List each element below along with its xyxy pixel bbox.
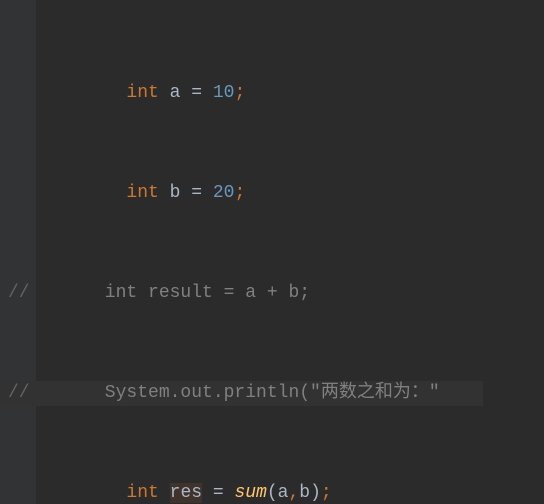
num-10: 10 bbox=[213, 83, 235, 103]
code-line[interactable]: int res = sum(a,b); bbox=[0, 481, 483, 504]
gutter-marker: // bbox=[4, 281, 40, 306]
op-eq: = bbox=[202, 483, 234, 503]
var-res-decl: res bbox=[170, 483, 202, 503]
arg-b: b bbox=[299, 483, 310, 503]
semi: ; bbox=[234, 183, 245, 203]
commented-code: System.out.println("两数之和为：" bbox=[40, 383, 450, 403]
keyword-int: int bbox=[126, 183, 158, 203]
commented-code: int result = a + b; bbox=[40, 283, 310, 303]
keyword-int: int bbox=[126, 483, 158, 503]
code-content[interactable]: int a = 10; int b = 20; // int result = … bbox=[0, 0, 483, 504]
space bbox=[202, 183, 213, 203]
paren: ( bbox=[267, 483, 278, 503]
code-line-active[interactable]: // System.out.println("两数之和为：" bbox=[0, 381, 483, 406]
keyword-int: int bbox=[126, 83, 158, 103]
arg-a: a bbox=[278, 483, 289, 503]
gutter-marker: // bbox=[4, 381, 40, 406]
op-eq: = bbox=[191, 183, 202, 203]
code-line[interactable]: int b = 20; bbox=[0, 181, 483, 206]
paren: ) bbox=[310, 483, 321, 503]
comma: , bbox=[288, 483, 299, 503]
op-eq: = bbox=[191, 83, 202, 103]
code-line[interactable]: int a = 10; bbox=[0, 81, 483, 106]
semi: ; bbox=[234, 83, 245, 103]
num-20: 20 bbox=[213, 183, 235, 203]
code-line[interactable]: // int result = a + b; bbox=[0, 281, 483, 306]
code-editor[interactable]: int a = 10; int b = 20; // int result = … bbox=[0, 0, 544, 504]
call-sum: sum bbox=[234, 483, 266, 503]
var-b: b bbox=[159, 183, 191, 203]
semi: ; bbox=[321, 483, 332, 503]
space bbox=[202, 83, 213, 103]
var-a: a bbox=[159, 83, 191, 103]
